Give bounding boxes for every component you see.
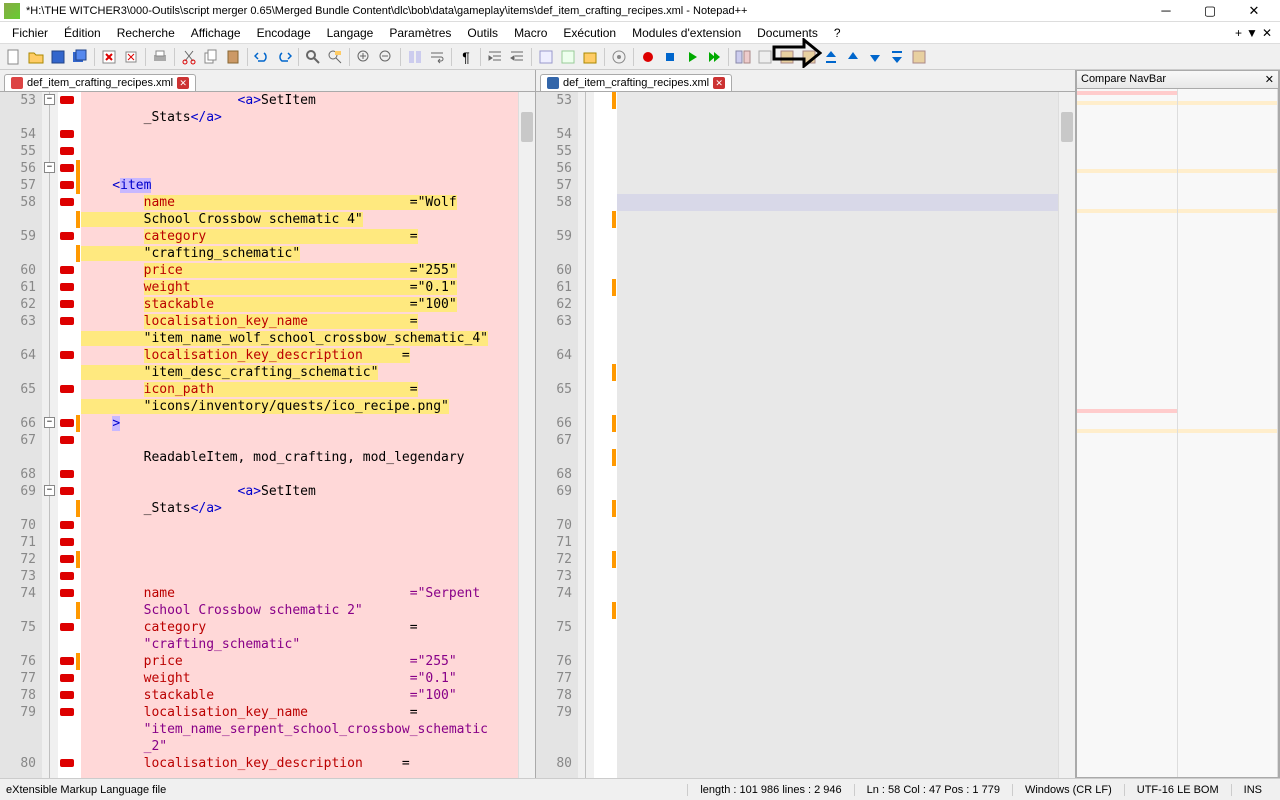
maximize-button[interactable]: ▢ bbox=[1198, 3, 1222, 19]
save-button[interactable] bbox=[48, 47, 68, 67]
paste-button[interactable] bbox=[223, 47, 243, 67]
copy-button[interactable] bbox=[201, 47, 221, 67]
close-file-button[interactable] bbox=[99, 47, 119, 67]
scrollbar-v-right[interactable] bbox=[1058, 92, 1075, 778]
titlebar: *H:\THE WITCHER3\000-Outils\script merge… bbox=[0, 0, 1280, 22]
editor-right[interactable]: 5354555657585960616263646566676869707172… bbox=[536, 92, 1075, 778]
fold-toggle[interactable]: − bbox=[44, 417, 55, 428]
save-all-button[interactable] bbox=[70, 47, 90, 67]
menu-language[interactable]: Langage bbox=[319, 24, 382, 42]
indent-button[interactable] bbox=[485, 47, 505, 67]
menu-macro[interactable]: Macro bbox=[506, 24, 555, 42]
menubar-close-icon[interactable]: ✕ bbox=[1262, 26, 1272, 40]
code-area-left[interactable]: <a>SetItem _Stats</a> <item name ="Wolf … bbox=[81, 92, 518, 778]
menu-search[interactable]: Recherche bbox=[109, 24, 183, 42]
play-macro-button[interactable] bbox=[682, 47, 702, 67]
menu-view[interactable]: Affichage bbox=[183, 24, 249, 42]
last-diff-button[interactable] bbox=[887, 47, 907, 67]
stop-macro-button[interactable] bbox=[660, 47, 680, 67]
cut-button[interactable] bbox=[179, 47, 199, 67]
menu-plugins[interactable]: Modules d'extension bbox=[624, 24, 749, 42]
open-file-button[interactable] bbox=[26, 47, 46, 67]
zoom-in-button[interactable] bbox=[354, 47, 374, 67]
diff-mark-column bbox=[58, 92, 76, 778]
file-icon bbox=[11, 77, 23, 89]
tab-left[interactable]: def_item_crafting_recipes.xml ✕ bbox=[4, 74, 196, 91]
fold-column[interactable]: − − − − bbox=[42, 92, 58, 778]
file-icon bbox=[547, 77, 559, 89]
minimize-button[interactable]: ─ bbox=[1154, 3, 1178, 19]
folder-view-button[interactable] bbox=[580, 47, 600, 67]
tabbar-left: def_item_crafting_recipes.xml ✕ bbox=[0, 70, 535, 92]
compare-nav-close-icon[interactable]: ✕ bbox=[1265, 73, 1274, 86]
line-gutter: 5354555657585960616263646566676869707172… bbox=[536, 92, 578, 778]
status-filetype: eXtensible Markup Language file bbox=[6, 784, 688, 796]
menu-edit[interactable]: Édition bbox=[56, 24, 109, 42]
tab-label: def_item_crafting_recipes.xml bbox=[563, 77, 709, 89]
tab-label: def_item_crafting_recipes.xml bbox=[27, 77, 173, 89]
undo-button[interactable] bbox=[252, 47, 272, 67]
status-eol: Windows (CR LF) bbox=[1013, 784, 1125, 796]
record-macro-button[interactable] bbox=[638, 47, 658, 67]
statusbar: eXtensible Markup Language file length :… bbox=[0, 778, 1280, 800]
next-diff-button[interactable] bbox=[865, 47, 885, 67]
show-chars-button[interactable]: ¶ bbox=[456, 47, 476, 67]
menu-encoding[interactable]: Encodage bbox=[249, 24, 319, 42]
prev-diff-button[interactable] bbox=[843, 47, 863, 67]
menubar: Fichier Édition Recherche Affichage Enco… bbox=[0, 22, 1280, 44]
menu-help[interactable]: ? bbox=[826, 24, 849, 42]
line-gutter: 5354555657585960616263646566676869707172… bbox=[0, 92, 42, 778]
menu-run[interactable]: Exécution bbox=[555, 24, 624, 42]
compare-nav-body[interactable] bbox=[1077, 89, 1278, 777]
fold-toggle[interactable]: − bbox=[44, 485, 55, 496]
menu-file[interactable]: Fichier bbox=[4, 24, 56, 42]
compare-button[interactable] bbox=[733, 47, 753, 67]
zoom-out-button[interactable] bbox=[376, 47, 396, 67]
compare-navbar: Compare NavBar ✕ bbox=[1076, 70, 1279, 778]
new-file-button[interactable] bbox=[4, 47, 24, 67]
arrow-indicator bbox=[772, 38, 822, 68]
nav-bar-button[interactable] bbox=[909, 47, 929, 67]
toolbar: ¶ bbox=[0, 44, 1280, 70]
diff-mark-column bbox=[594, 92, 612, 778]
code-area-right[interactable] bbox=[617, 92, 1058, 778]
find-button[interactable] bbox=[303, 47, 323, 67]
tab-right[interactable]: def_item_crafting_recipes.xml ✕ bbox=[540, 74, 732, 91]
outdent-button[interactable] bbox=[507, 47, 527, 67]
menu-tools[interactable]: Outils bbox=[459, 24, 506, 42]
window-title: *H:\THE WITCHER3\000-Outils\script merge… bbox=[26, 5, 1154, 17]
scrollbar-v-left[interactable] bbox=[518, 92, 535, 778]
func-list-button[interactable] bbox=[558, 47, 578, 67]
close-all-button[interactable] bbox=[121, 47, 141, 67]
wordwrap-button[interactable] bbox=[427, 47, 447, 67]
status-position: Ln : 58 Col : 47 Pos : 1 779 bbox=[855, 784, 1013, 796]
menubar-plus-icon[interactable]: + bbox=[1235, 26, 1242, 40]
sync-scroll-button[interactable] bbox=[405, 47, 425, 67]
editor-left[interactable]: 5354555657585960616263646566676869707172… bbox=[0, 92, 535, 778]
app-icon bbox=[4, 3, 20, 19]
print-button[interactable] bbox=[150, 47, 170, 67]
doc-map-button[interactable] bbox=[536, 47, 556, 67]
play-multi-button[interactable] bbox=[704, 47, 724, 67]
close-button[interactable]: ✕ bbox=[1242, 3, 1266, 19]
tab-close-button[interactable]: ✕ bbox=[713, 77, 725, 89]
menu-settings[interactable]: Paramètres bbox=[381, 24, 459, 42]
compare-nav-title: Compare NavBar bbox=[1081, 73, 1166, 86]
menubar-dropdown-icon[interactable]: ▼ bbox=[1246, 26, 1258, 40]
fold-toggle[interactable]: − bbox=[44, 94, 55, 105]
fold-toggle[interactable]: − bbox=[44, 162, 55, 173]
redo-button[interactable] bbox=[274, 47, 294, 67]
first-diff-button[interactable] bbox=[821, 47, 841, 67]
monitor-button[interactable] bbox=[609, 47, 629, 67]
replace-button[interactable] bbox=[325, 47, 345, 67]
tab-close-button[interactable]: ✕ bbox=[177, 77, 189, 89]
status-insert-mode: INS bbox=[1232, 784, 1274, 796]
status-length: length : 101 986 lines : 2 946 bbox=[688, 784, 854, 796]
tabbar-right: def_item_crafting_recipes.xml ✕ bbox=[536, 70, 1075, 92]
status-encoding: UTF-16 LE BOM bbox=[1125, 784, 1232, 796]
fold-column[interactable] bbox=[578, 92, 594, 778]
